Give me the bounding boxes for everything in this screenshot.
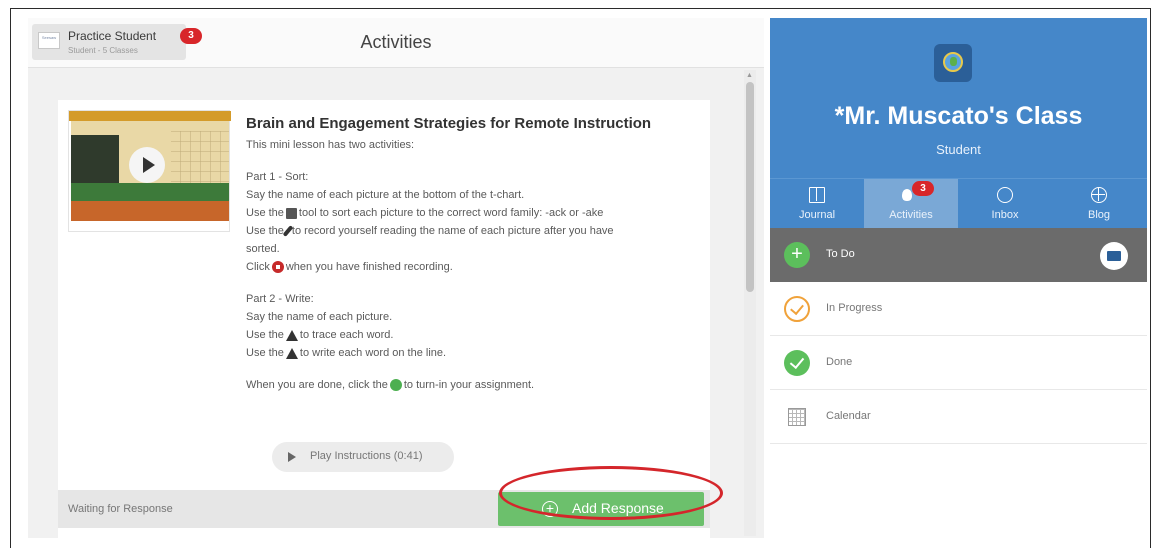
tab-activities[interactable]: 3 Activities xyxy=(864,179,958,229)
waiting-status: Waiting for Response xyxy=(68,503,173,515)
list-item-in-progress[interactable]: In Progress xyxy=(770,282,1147,336)
turnin-line: When you are done, click the to turn-in y… xyxy=(246,379,535,392)
add-response-label: Add Response xyxy=(572,500,664,516)
scroll-thumb[interactable] xyxy=(746,82,754,292)
part2-line3: Use the to write each word on the line. xyxy=(246,347,447,359)
play-instructions-label: Play Instructions (0:41) xyxy=(310,450,423,462)
globe-icon xyxy=(943,52,963,72)
list-item-done[interactable]: Done xyxy=(770,336,1147,390)
stop-record-icon xyxy=(271,261,284,274)
lesson-intro: This mini lesson has two activities: xyxy=(246,139,415,151)
part1-line1: Say the name of each picture at the bott… xyxy=(246,189,525,201)
play-instructions-button[interactable]: Play Instructions (0:41) xyxy=(272,442,454,472)
part1-line5: Click when you have finished recording. xyxy=(246,261,453,274)
activity-title: Brain and Engagement Strategies for Remo… xyxy=(246,115,652,132)
page-title: Activities xyxy=(360,32,432,52)
triangle-tool-icon xyxy=(285,329,298,341)
lesson-text: Brain and Engagement Strategies for Remo… xyxy=(246,114,706,394)
thumbnail-orange-band xyxy=(71,201,229,221)
tab-activities-label: Activities xyxy=(889,209,933,221)
in-progress-label: In Progress xyxy=(826,302,883,314)
sort-tool-icon xyxy=(285,207,297,219)
folder-button[interactable] xyxy=(1100,242,1128,270)
part1-line3: Use the to record yourself reading the na… xyxy=(246,225,614,237)
class-role: Student xyxy=(936,142,981,157)
plus-icon: + xyxy=(784,242,810,268)
triangle-tool-icon xyxy=(285,347,298,359)
calendar-label: Calendar xyxy=(826,410,871,422)
class-name: *Mr. Muscato's Class xyxy=(834,102,1083,130)
tab-inbox-label: Inbox xyxy=(991,209,1019,221)
part1-line4: sorted. xyxy=(246,243,280,255)
scroll-up-icon[interactable]: ▲ xyxy=(746,72,753,79)
add-response-button[interactable]: + Add Response xyxy=(498,492,704,526)
part2-line1: Say the name of each picture. xyxy=(246,311,393,323)
play-icon xyxy=(288,452,296,462)
response-bar: Waiting for Response + Add Response xyxy=(58,490,710,528)
top-bar: Seesaw Practice Student Student - 5 Clas… xyxy=(28,18,764,68)
class-nav: Journal 3 Activities Inbox Blog xyxy=(770,178,1147,229)
tab-blog-label: Blog xyxy=(1087,209,1111,221)
plus-circle-icon: + xyxy=(542,501,558,517)
part2-heading: Part 2 - Write: xyxy=(246,293,314,305)
part2-line2: Use the to trace each word. xyxy=(246,329,394,341)
activities-pane: Seesaw Practice Student Student - 5 Clas… xyxy=(28,18,764,538)
done-label: Done xyxy=(826,356,853,368)
list-item-todo[interactable]: + To Do xyxy=(770,228,1147,282)
tab-inbox[interactable]: Inbox xyxy=(958,179,1052,229)
play-icon[interactable] xyxy=(129,147,165,183)
class-avatar xyxy=(934,44,972,82)
class-sidebar: *Mr. Muscato's Class Student Journal 3 A… xyxy=(770,18,1147,538)
thumbnail-green-band xyxy=(71,183,229,201)
part1-heading: Part 1 - Sort: xyxy=(246,171,309,183)
calendar-icon xyxy=(788,408,806,426)
list-item-calendar[interactable]: Calendar xyxy=(770,390,1147,444)
lightbulb-icon xyxy=(902,189,912,201)
check-circle-icon xyxy=(784,350,810,376)
activities-badge: 3 xyxy=(912,181,934,196)
tab-journal-label: Journal xyxy=(798,209,836,221)
class-header: *Mr. Muscato's Class Student xyxy=(770,18,1147,178)
scrollbar[interactable]: ▲ xyxy=(744,70,756,536)
tab-journal[interactable]: Journal xyxy=(770,179,864,229)
todo-label: To Do xyxy=(826,248,855,260)
video-thumbnail[interactable] xyxy=(68,110,231,232)
folder-icon xyxy=(1107,251,1121,261)
check-icon xyxy=(389,379,402,392)
globe-icon xyxy=(1091,187,1107,203)
book-icon xyxy=(809,187,825,203)
chat-bubble-icon xyxy=(997,187,1013,203)
thumbnail-stripe xyxy=(69,111,231,121)
tab-blog[interactable]: Blog xyxy=(1052,179,1146,229)
in-progress-icon xyxy=(784,296,810,322)
activity-card: Brain and Engagement Strategies for Remo… xyxy=(58,100,710,538)
part1-line2: Use the tool to sort each picture to the … xyxy=(246,207,604,219)
